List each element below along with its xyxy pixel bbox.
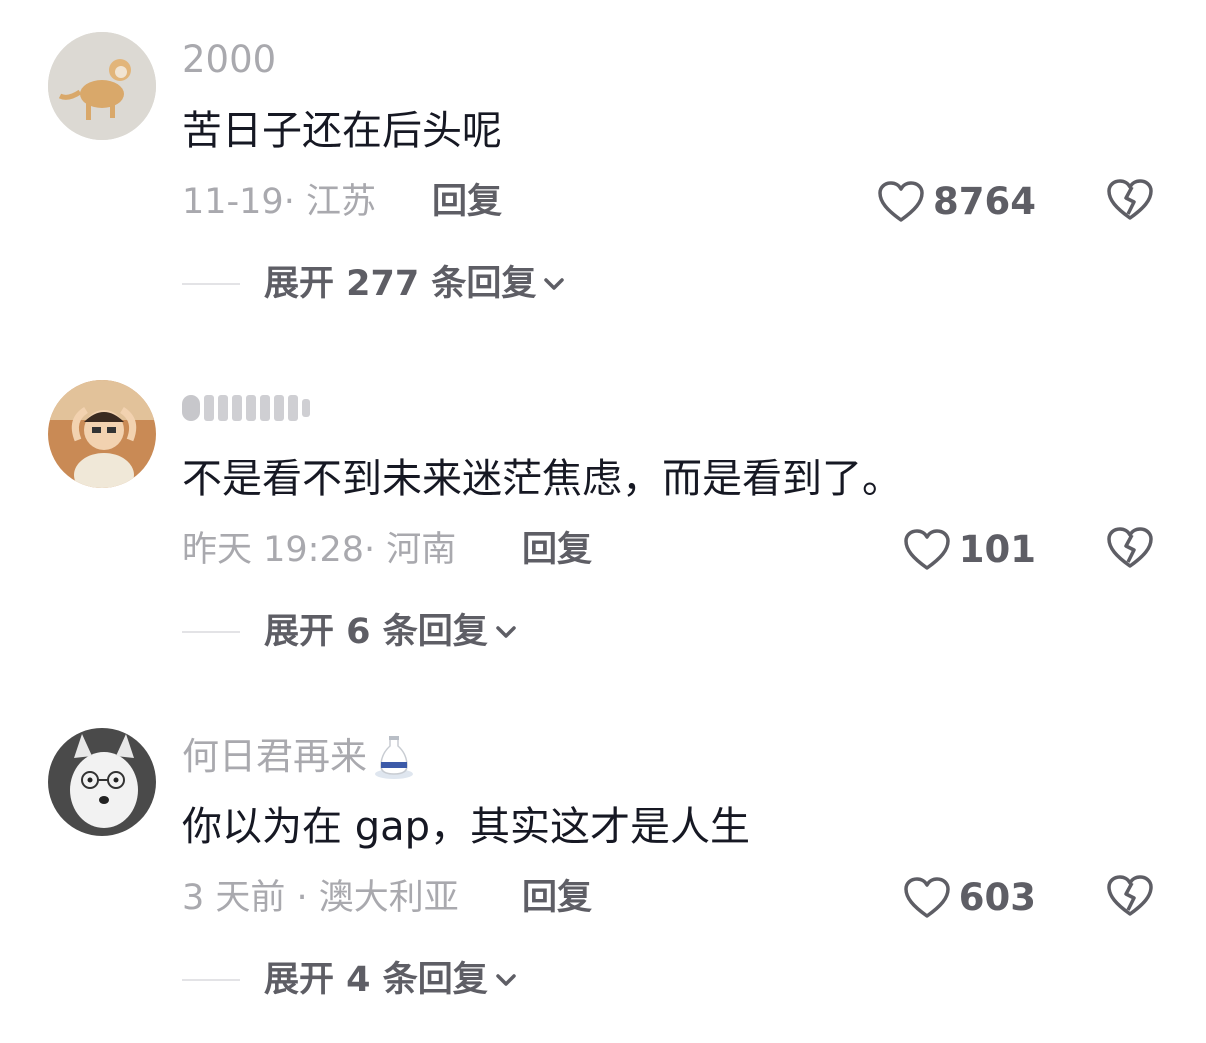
dog-avatar-icon <box>48 32 156 140</box>
comment-item: 不是看不到未来迷茫焦虑，而是看到了。 昨天 19:28· 河南 回复 101 展… <box>0 348 1206 695</box>
chevron-down-icon <box>544 278 565 290</box>
like-button[interactable]: 603 <box>903 874 1036 922</box>
avatar[interactable] <box>48 728 156 836</box>
reply-button[interactable]: 回复 <box>522 528 592 572</box>
dislike-button[interactable] <box>1106 874 1154 918</box>
reply-button[interactable]: 回复 <box>432 180 502 224</box>
heart-outline-icon <box>904 529 950 570</box>
like-count: 101 <box>958 528 1036 571</box>
avatar[interactable] <box>48 380 156 488</box>
username[interactable]: 2000 <box>182 38 276 82</box>
expand-replies[interactable]: 展开 277 条回复 <box>182 260 566 308</box>
comment-text: 你以为在 gap，其实这才是人生 <box>182 804 751 850</box>
expand-replies[interactable]: 展开 6 条回复 <box>182 608 518 656</box>
broken-heart-icon <box>1107 179 1153 220</box>
broken-heart-icon <box>1107 527 1153 568</box>
avatar[interactable] <box>48 32 156 140</box>
comment-meta: 昨天 19:28· 河南 <box>182 530 457 570</box>
like-button[interactable]: 8764 <box>877 178 1036 226</box>
heart-outline-icon <box>904 877 950 918</box>
comment-meta: 3 天前 · 澳大利亚 <box>182 878 459 918</box>
samoyed-avatar-icon <box>48 728 156 836</box>
sake-bottle-icon <box>375 736 413 779</box>
like-button[interactable]: 101 <box>903 526 1036 574</box>
username[interactable] <box>182 386 310 430</box>
comment-meta: 11-19· 江苏 <box>182 182 376 222</box>
dislike-button[interactable] <box>1106 526 1154 570</box>
expand-replies-label: 展开 6 条回复 <box>264 612 488 652</box>
blurred-username <box>182 386 310 430</box>
divider <box>182 979 240 981</box>
comment-text: 不是看不到未来迷茫焦虑，而是看到了。 <box>182 456 902 502</box>
like-count: 8764 <box>933 180 1036 223</box>
username-text: 何日君再来 <box>182 735 367 778</box>
like-count: 603 <box>958 876 1036 919</box>
expand-replies[interactable]: 展开 4 条回复 <box>182 956 518 1004</box>
dislike-button[interactable] <box>1106 178 1154 222</box>
expand-replies-label: 展开 4 条回复 <box>264 960 488 1000</box>
comment-item: 何日君再来 你以为在 gap，其实这才是人生 3 天前 · 澳大利亚 回复 60… <box>0 696 1206 1043</box>
divider <box>182 283 240 285</box>
reply-button[interactable]: 回复 <box>522 876 592 920</box>
child-avatar-icon <box>48 380 156 488</box>
comment-item: 2000 苦日子还在后头呢 11-19· 江苏 回复 8764 展开 277 条… <box>0 0 1206 347</box>
comment-text: 苦日子还在后头呢 <box>182 108 502 154</box>
username[interactable]: 何日君再来 <box>182 734 415 780</box>
chevron-down-icon <box>495 626 516 638</box>
heart-outline-icon <box>878 181 924 222</box>
expand-replies-label: 展开 277 条回复 <box>264 264 537 304</box>
broken-heart-icon <box>1107 875 1153 916</box>
divider <box>182 631 240 633</box>
chevron-down-icon <box>495 974 516 986</box>
